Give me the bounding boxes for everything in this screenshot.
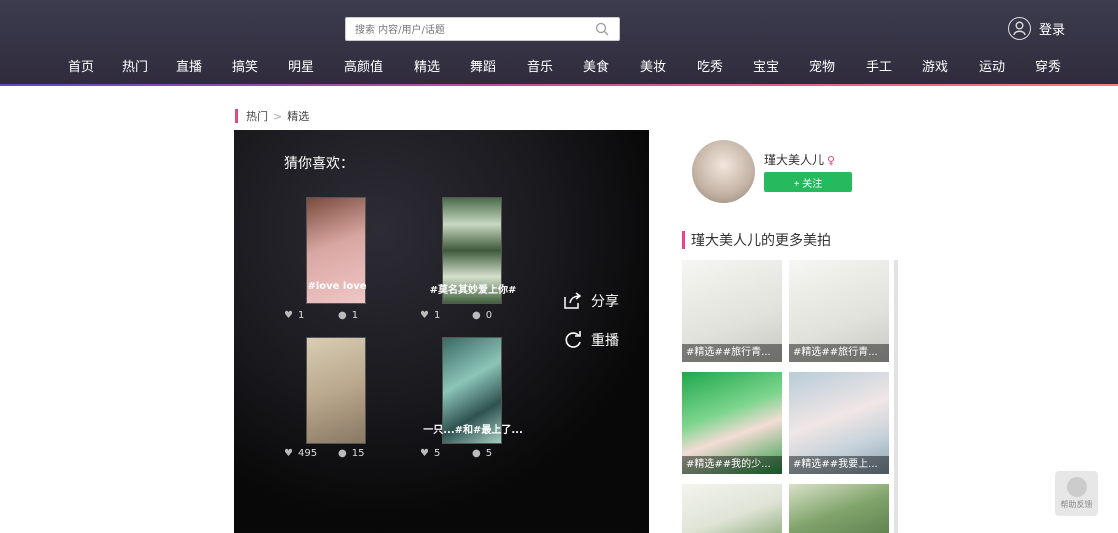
recommendation-label: #莫名其妙爱上你# (429, 285, 517, 296)
comment-icon: ● (472, 448, 481, 459)
recommendation-thumb-2[interactable]: #莫名其妙爱上你# (430, 197, 516, 304)
feedback-icon (1066, 477, 1087, 497)
breadcrumb-parent[interactable]: 热门 (246, 108, 268, 124)
recommendation-likes: ♥ 5 (420, 448, 440, 459)
recommendation-comments: ● 15 (338, 448, 364, 459)
share-icon (564, 292, 582, 309)
more-video-item[interactable] (789, 484, 889, 533)
nav-item-games[interactable]: 游戏 (922, 58, 948, 78)
recommendation-label: 一只...#和#最上了... (423, 425, 523, 436)
replay-icon (565, 331, 581, 348)
nav-item-baby[interactable]: 宝宝 (753, 58, 779, 78)
location-pin-icon: ♀ (827, 154, 836, 167)
replay-label: 重播 (591, 333, 619, 349)
breadcrumb: 热门 > 精选 (235, 108, 309, 124)
likes-count: 1 (433, 310, 441, 321)
nav-item-hot[interactable]: 热门 (122, 58, 148, 78)
login-button[interactable]: 登录 (1008, 14, 1065, 42)
search-icon[interactable] (595, 22, 609, 36)
likes-count: 5 (433, 448, 441, 459)
author-card: 瑾大美人儿 ♀ + 关注 (682, 130, 898, 214)
comment-icon: ● (338, 310, 347, 321)
more-video-item[interactable]: #精选##我要上... (789, 372, 889, 474)
recommendation-thumb-4[interactable]: 一只...#和#最上了... (423, 337, 523, 444)
nav-item-handcraft[interactable]: 手工 (866, 58, 892, 78)
video-player[interactable]: 猜你喜欢： #love love ♥ 1 ● 1 #莫名其妙爱上你# ♥ 1 ● 0 ♥… (234, 130, 649, 533)
more-videos-scrollbar[interactable] (894, 260, 898, 533)
comments-count: 15 (351, 448, 365, 459)
author-name[interactable]: 瑾大美人儿 ♀ (764, 151, 835, 168)
nav-item-stars[interactable]: 明星 (288, 58, 314, 78)
more-video-caption: #精选##旅行青... (682, 344, 782, 362)
more-video-caption: #精选##我要上... (789, 456, 889, 474)
nav-item-makeup[interactable]: 美妆 (640, 58, 666, 78)
author-name-text: 瑾大美人儿 (764, 153, 825, 167)
more-title-accent (682, 231, 685, 249)
nav-item-live[interactable]: 直播 (176, 58, 202, 78)
recommendations-title: 猜你喜欢： (284, 156, 354, 172)
recommendation-likes: ♥ 1 (420, 310, 440, 321)
replay-button[interactable]: 重播 (563, 330, 619, 350)
nav-item-dance[interactable]: 舞蹈 (470, 58, 496, 78)
more-video-item[interactable]: #精选##旅行青... (682, 260, 782, 362)
heart-icon: ♥ (420, 310, 429, 321)
avatar[interactable] (692, 140, 755, 203)
follow-button[interactable]: + 关注 (764, 172, 852, 192)
recommendation-thumb-1[interactable]: #love love (306, 197, 367, 304)
comments-count: 0 (485, 310, 493, 321)
search-input[interactable] (346, 19, 586, 42)
likes-count: 495 (297, 448, 318, 459)
login-label: 登录 (1039, 22, 1066, 38)
nav-item-sports[interactable]: 运动 (979, 58, 1005, 78)
likes-count: 1 (297, 310, 305, 321)
more-videos-title: 瑾大美人儿的更多美拍 (682, 230, 831, 250)
nav-item-pets[interactable]: 宠物 (809, 58, 835, 78)
heart-icon: ♥ (420, 448, 429, 459)
heart-icon: ♥ (284, 310, 293, 321)
recommendation-likes: ♥ 1 (284, 310, 304, 321)
more-video-item[interactable]: #精选##我的少... (682, 372, 782, 474)
recommendation-comments: ● 1 (338, 310, 358, 321)
category-nav: 首页 热门 直播 搞笑 明星 高颜值 精选 舞蹈 音乐 美食 美妆 吃秀 宝宝 … (0, 58, 1118, 78)
search-box[interactable] (345, 17, 620, 42)
more-video-caption: #精选##我的少... (682, 456, 782, 474)
nav-item-music[interactable]: 音乐 (527, 58, 553, 78)
nav-item-funny[interactable]: 搞笑 (232, 58, 258, 78)
recommendation-label: #love love (307, 281, 367, 292)
recommendation-likes: ♥ 495 (284, 448, 317, 459)
heart-icon: ♥ (284, 448, 293, 459)
breadcrumb-current: 精选 (287, 110, 310, 123)
recommendation-comments: ● 0 (472, 310, 492, 321)
more-title-text: 瑾大美人儿的更多美拍 (691, 233, 831, 249)
help-label: 帮助反馈 (1060, 500, 1093, 509)
nav-item-home[interactable]: 首页 (68, 58, 94, 78)
nav-item-outfits[interactable]: 穿秀 (1035, 58, 1061, 78)
nav-item-featured[interactable]: 精选 (414, 58, 440, 78)
breadcrumb-accent (235, 109, 238, 123)
more-video-caption: #精选##旅行青... (789, 344, 889, 362)
user-icon (1008, 16, 1031, 40)
recommendation-thumb-3[interactable] (306, 337, 366, 444)
share-label: 分享 (591, 294, 619, 310)
nav-item-food[interactable]: 美食 (583, 58, 609, 78)
nav-item-good-looks[interactable]: 高颜值 (344, 58, 383, 78)
comments-count: 5 (485, 448, 493, 459)
help-feedback-button[interactable]: 帮助反馈 (1055, 471, 1098, 516)
recommendation-comments: ● 5 (472, 448, 492, 459)
breadcrumb-separator: > (273, 109, 283, 123)
nav-item-eating-show[interactable]: 吃秀 (697, 58, 723, 78)
comment-icon: ● (472, 310, 481, 321)
comments-count: 1 (351, 310, 359, 321)
top-header: 登录 首页 热门 直播 搞笑 明星 高颜值 精选 舞蹈 音乐 美食 美妆 吃秀 … (0, 0, 1118, 86)
more-video-item[interactable] (682, 484, 782, 533)
share-button[interactable]: 分享 (563, 291, 619, 311)
comment-icon: ● (338, 448, 347, 459)
more-video-item[interactable]: #精选##旅行青... (789, 260, 889, 362)
